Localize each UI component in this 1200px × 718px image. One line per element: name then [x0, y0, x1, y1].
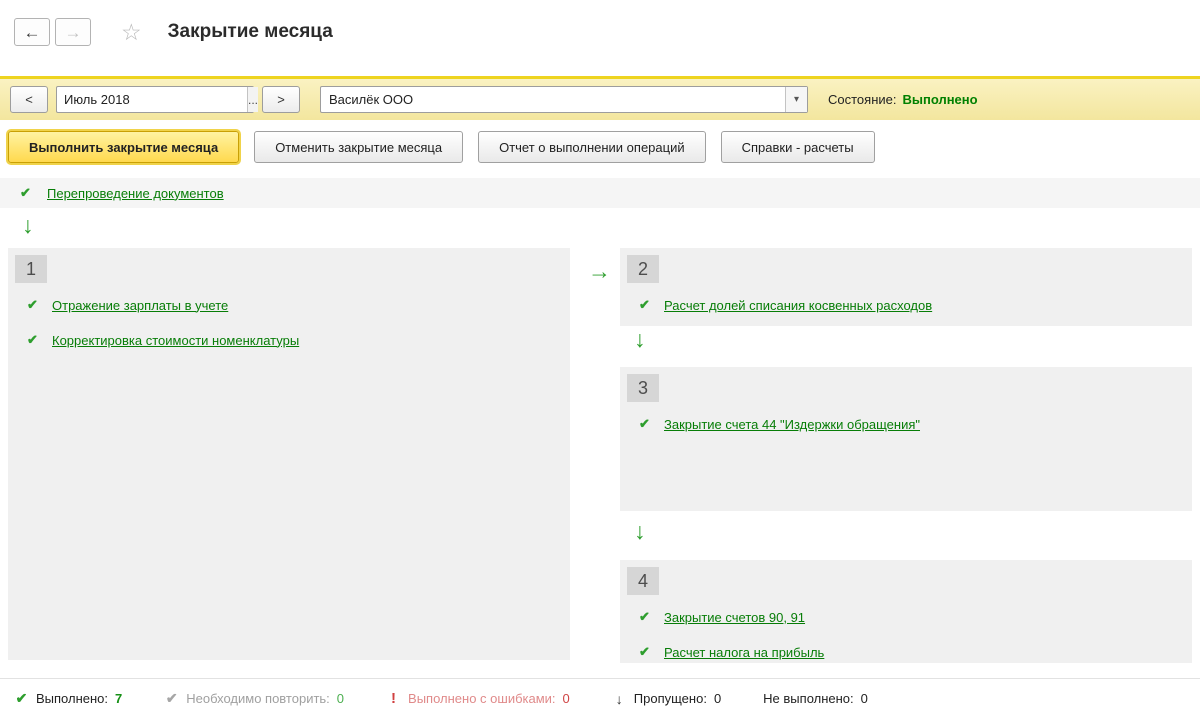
errors-value: 0: [562, 691, 570, 706]
indirect-costs-share-link[interactable]: Расчет долей списания косвенных расходов: [664, 298, 932, 313]
stage-item: ✔ Отражение зарплаты в учете: [25, 292, 570, 318]
arrow-down-icon: ↓: [634, 326, 646, 352]
next-period-button[interactable]: >: [262, 86, 300, 113]
stage-block-4: 4 ✔ Закрытие счетов 90, 91 ✔ Расчет нало…: [620, 560, 1192, 663]
reposting-row: ✔ Перепроведение документов: [0, 178, 1200, 208]
stage-item: ✔ Закрытие счета 44 "Издержки обращения": [637, 411, 1192, 437]
arrow-down-icon: ↓: [22, 212, 34, 238]
repeat-label: Необходимо повторить:: [186, 691, 330, 706]
accounts-90-91-closing-link[interactable]: Закрытие счетов 90, 91: [664, 610, 805, 625]
check-icon: ✔: [639, 609, 650, 624]
summary-not-done: Не выполнено: 0: [763, 691, 868, 706]
operations-report-button[interactable]: Отчет о выполнении операций: [478, 131, 706, 163]
skipped-value: 0: [713, 691, 722, 706]
stage-item: ✔ Расчет долей списания косвенных расход…: [637, 292, 1192, 318]
stock-cost-adjustment-link[interactable]: Корректировка стоимости номенклатуры: [52, 333, 299, 348]
stage-block-3: 3 ✔ Закрытие счета 44 "Издержки обращени…: [620, 367, 1192, 511]
prev-period-button[interactable]: <: [10, 86, 48, 113]
account-44-closing-link[interactable]: Закрытие счета 44 "Издержки обращения": [664, 417, 920, 432]
actions-row: Выполнить закрытие месяца Отменить закры…: [8, 131, 875, 163]
stage-number: 1: [15, 255, 47, 283]
check-icon: ✔: [27, 297, 38, 312]
page-title: Закрытие месяца: [167, 21, 333, 42]
check-icon: ✔: [27, 332, 38, 347]
back-button[interactable]: ←: [14, 18, 50, 46]
stage-number: 2: [627, 255, 659, 283]
stage-item: ✔ Корректировка стоимости номенклатуры: [25, 327, 570, 353]
cancel-month-closing-button[interactable]: Отменить закрытие месяца: [254, 131, 464, 163]
stage-block-2: 2 ✔ Расчет долей списания косвенных расх…: [620, 248, 1192, 326]
forward-button[interactable]: →: [55, 18, 91, 46]
organization-value: Василёк ООО: [329, 92, 414, 107]
not-done-value: 0: [860, 691, 868, 706]
check-icon: ✔: [639, 297, 650, 312]
repeat-value: 0: [336, 691, 345, 706]
skipped-label: Пропущено:: [633, 691, 707, 706]
status-label: Состояние:: [828, 92, 897, 107]
check-icon: ✔: [15, 690, 28, 706]
summary-repeat: ✔ Необходимо повторить: 0: [164, 690, 344, 707]
status-value: Выполнено: [902, 92, 978, 107]
check-icon: ✔: [639, 416, 650, 431]
references-calculations-button[interactable]: Справки - расчеты: [720, 131, 875, 163]
check-icon: ✔: [639, 644, 650, 659]
summary-done: ✔ Выполнено: 7: [14, 690, 123, 707]
done-value: 7: [115, 691, 123, 706]
period-toolbar: < ... > Василёк ООО ▾ Состояние: Выполне…: [0, 76, 1200, 120]
reposting-documents-link[interactable]: Перепроведение документов: [47, 186, 224, 201]
income-tax-calc-link[interactable]: Расчет налога на прибыль: [664, 645, 824, 660]
done-label: Выполнено:: [36, 691, 109, 706]
stage-item: ✔ Закрытие счетов 90, 91: [637, 604, 1192, 630]
salary-reflection-link[interactable]: Отражение зарплаты в учете: [52, 298, 228, 313]
stage-block-1: 1 ✔ Отражение зарплаты в учете ✔ Коррект…: [8, 248, 570, 660]
check-icon: ✔: [20, 185, 31, 200]
title-bar: ← → ☆ Закрытие месяца: [0, 0, 1200, 64]
stage-number: 3: [627, 374, 659, 402]
period-picker-button[interactable]: ...: [247, 87, 259, 112]
organization-combobox[interactable]: Василёк ООО ▾: [320, 86, 808, 113]
run-month-closing-button[interactable]: Выполнить закрытие месяца: [8, 131, 240, 163]
summary-errors: ! Выполнено с ошибками: 0: [386, 690, 570, 707]
check-icon: ✔: [165, 690, 178, 706]
status-summary-bar: ✔ Выполнено: 7 ✔ Необходимо повторить: 0…: [0, 678, 1200, 718]
not-done-label: Не выполнено:: [763, 691, 854, 706]
arrow-right-icon: →: [588, 258, 611, 284]
stage-number: 4: [627, 567, 659, 595]
errors-label: Выполнено с ошибками:: [408, 691, 556, 706]
favorite-star-icon[interactable]: ☆: [121, 19, 142, 46]
summary-skipped: ↓ Пропущено: 0: [612, 691, 721, 707]
period-field: ...: [56, 86, 259, 113]
arrow-down-icon: ↓: [634, 518, 646, 544]
chevron-down-icon[interactable]: ▾: [785, 87, 807, 112]
period-input[interactable]: [57, 87, 247, 112]
stage-item: ✔ Расчет налога на прибыль: [637, 639, 1192, 665]
arrow-down-icon: ↓: [615, 690, 623, 707]
status-box: Состояние: Выполнено: [828, 92, 978, 107]
exclamation-icon: !: [391, 690, 397, 707]
